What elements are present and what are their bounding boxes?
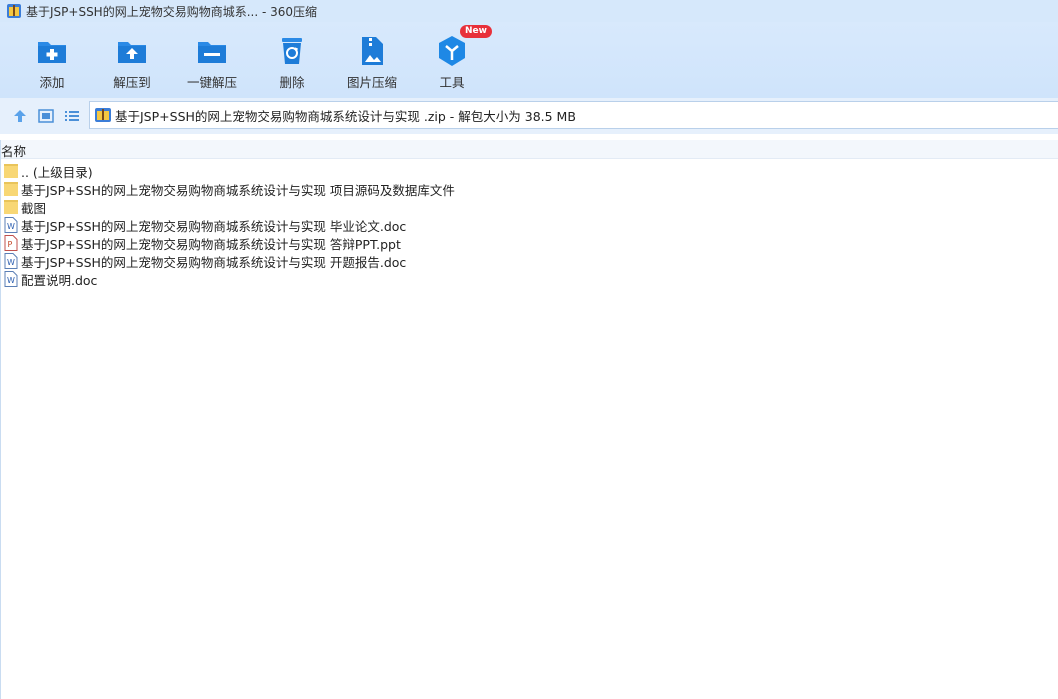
up-arrow-icon[interactable] <box>11 107 29 125</box>
svg-text:W: W <box>7 222 15 231</box>
file-name: 基于JSP+SSH的网上宠物交易购物商城系统设计与实现 毕业论文.doc <box>21 218 407 234</box>
folder-icon <box>4 164 18 178</box>
toolbar: 添加 解压到 一键解压 删除 图片压缩 New 工具 <box>0 22 1058 98</box>
list-item[interactable]: W 基于JSP+SSH的网上宠物交易购物商城系统设计与实现 毕业论文.doc <box>0 216 1058 234</box>
address-row: 基于JSP+SSH的网上宠物交易购物商城系统设计与实现 .zip - 解包大小为… <box>0 98 1058 134</box>
zip-file-icon <box>95 108 111 122</box>
file-name: 基于JSP+SSH的网上宠物交易购物商城系统设计与实现 开题报告.doc <box>21 254 407 270</box>
delete-label: 删除 <box>279 75 305 90</box>
list-item[interactable]: W 基于JSP+SSH的网上宠物交易购物商城系统设计与实现 开题报告.doc <box>0 252 1058 270</box>
file-name: .. (上级目录) <box>21 164 93 180</box>
svg-text:P: P <box>8 240 13 249</box>
file-name: 配置说明.doc <box>21 272 98 288</box>
tools-label: 工具 <box>439 75 465 90</box>
extract-to-button[interactable]: 解压到 <box>92 30 172 92</box>
image-compress-button[interactable]: 图片压缩 <box>332 30 412 92</box>
image-compress-label: 图片压缩 <box>346 75 397 90</box>
list-item[interactable]: 截图 <box>0 198 1058 216</box>
folder-icon <box>4 200 18 214</box>
folder-icon <box>4 182 18 196</box>
delete-button[interactable]: 删除 <box>252 30 332 92</box>
zip-archive-icon <box>7 4 21 18</box>
word-doc-icon: W <box>4 271 18 287</box>
add-button[interactable]: 添加 <box>12 30 92 92</box>
one-click-extract-button[interactable]: 一键解压 <box>172 30 252 92</box>
list-item[interactable]: .. (上级目录) <box>0 162 1058 180</box>
word-doc-icon: W <box>4 217 18 233</box>
file-name: 基于JSP+SSH的网上宠物交易购物商城系统设计与实现 项目源码及数据库文件 <box>21 182 455 198</box>
column-header[interactable]: 名称 <box>0 140 1058 159</box>
extract-to-icon <box>118 42 146 63</box>
list-item[interactable]: W 配置说明.doc <box>0 270 1058 288</box>
add-label: 添加 <box>39 75 65 90</box>
tools-cube-icon <box>439 36 465 66</box>
powerpoint-icon: P <box>4 235 18 251</box>
address-text: 基于JSP+SSH的网上宠物交易购物商城系统设计与实现 .zip - 解包大小为… <box>115 108 576 124</box>
new-badge: New <box>460 25 492 38</box>
file-name: 截图 <box>21 200 47 216</box>
one-click-extract-icon <box>198 42 226 63</box>
one-click-extract-label: 一键解压 <box>186 75 237 90</box>
word-doc-icon: W <box>4 253 18 269</box>
file-name: 基于JSP+SSH的网上宠物交易购物商城系统设计与实现 答辩PPT.ppt <box>21 236 401 252</box>
file-list: .. (上级目录) 基于JSP+SSH的网上宠物交易购物商城系统设计与实现 项目… <box>0 162 1058 288</box>
address-bar[interactable]: 基于JSP+SSH的网上宠物交易购物商城系统设计与实现 .zip - 解包大小为… <box>89 101 1058 129</box>
title-bar: 基于JSP+SSH的网上宠物交易购物商城系... - 360压缩 <box>0 0 1058 22</box>
window-title: 基于JSP+SSH的网上宠物交易购物商城系... - 360压缩 <box>26 4 318 19</box>
extract-to-label: 解压到 <box>113 75 151 90</box>
list-item[interactable]: 基于JSP+SSH的网上宠物交易购物商城系统设计与实现 项目源码及数据库文件 <box>0 180 1058 198</box>
image-compress-icon <box>362 37 383 65</box>
add-folder-icon <box>38 42 66 63</box>
thumbnail-view-icon[interactable] <box>37 107 55 125</box>
app-window: 基于JSP+SSH的网上宠物交易购物商城系... - 360压缩 添加 解压到 <box>0 0 1058 699</box>
recycle-bin-icon <box>282 38 302 64</box>
list-view-icon[interactable] <box>63 107 81 125</box>
svg-text:W: W <box>7 276 15 285</box>
list-item[interactable]: P 基于JSP+SSH的网上宠物交易购物商城系统设计与实现 答辩PPT.ppt <box>0 234 1058 252</box>
tools-button[interactable]: New 工具 <box>412 25 492 92</box>
name-column-header[interactable]: 名称 <box>1 141 26 160</box>
svg-text:W: W <box>7 258 15 267</box>
